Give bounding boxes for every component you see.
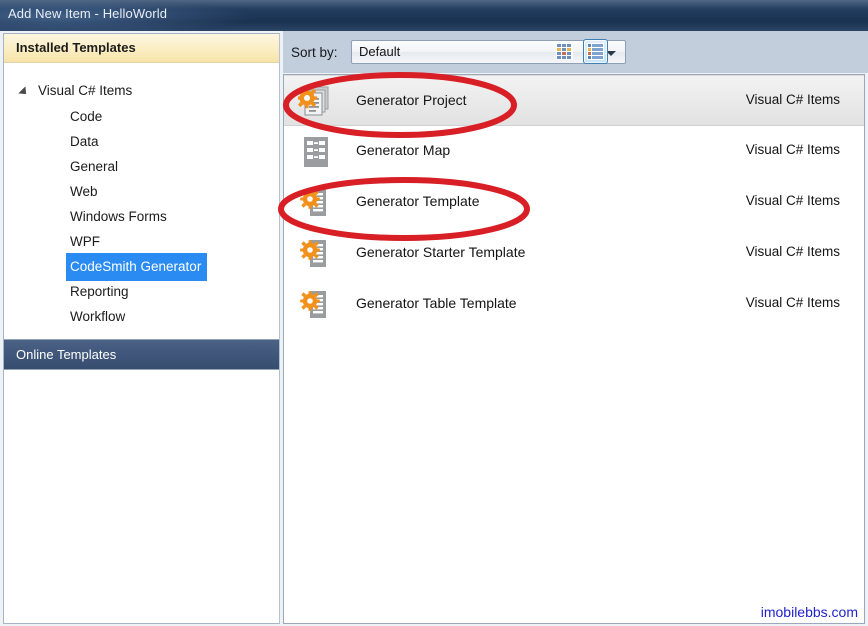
- template-item-generator-project[interactable]: Generator Project Visual C# Items: [284, 75, 864, 126]
- templates-toolbar: Sort by: Default: [283, 31, 868, 73]
- templates-tree: Visual C# Items Code Data General Web Wi…: [4, 64, 279, 328]
- generator-project-icon: [296, 84, 334, 120]
- sidebar-item-label: Windows Forms: [70, 209, 167, 224]
- add-new-item-dialog: Add New Item - HelloWorld Installed Temp…: [0, 0, 868, 626]
- templates-pane: Sort by: Default Generator Project Visua…: [283, 31, 868, 626]
- sidebar-item-label: Web: [70, 184, 98, 199]
- installed-templates-label: Installed Templates: [16, 40, 136, 55]
- sort-by-label: Sort by:: [291, 45, 338, 60]
- watermark: imobilebbs.com: [760, 604, 858, 620]
- template-item-generator-map[interactable]: Generator Map Visual C# Items: [284, 126, 864, 177]
- sidebar-item-reporting[interactable]: Reporting: [4, 278, 279, 303]
- template-item-category: Visual C# Items: [745, 295, 840, 310]
- sidebar-item-web[interactable]: Web: [4, 178, 279, 203]
- sidebar-item-codesmith-generator[interactable]: CodeSmith Generator: [4, 253, 279, 281]
- installed-templates-header: Installed Templates: [4, 34, 279, 63]
- triangle-down-icon[interactable]: [18, 86, 30, 98]
- template-item-name: Generator Map: [356, 142, 451, 158]
- template-item-name: Generator Project: [356, 92, 467, 108]
- sidebar-item-label: General: [70, 159, 119, 174]
- dialog-body: Installed Templates Visual C# Items Code…: [0, 31, 868, 626]
- sidebar-item-label: Data: [70, 134, 99, 149]
- grid-view-icon[interactable]: [552, 39, 577, 64]
- sidebar-item-wpf[interactable]: WPF: [4, 228, 279, 253]
- sidebar-item-label: Code: [70, 109, 103, 124]
- template-item-name: Generator Starter Template: [356, 244, 526, 260]
- online-templates-header[interactable]: Online Templates: [4, 339, 279, 370]
- sidebar-item-windows-forms[interactable]: Windows Forms: [4, 203, 279, 228]
- sidebar-item-label: Workflow: [70, 309, 126, 324]
- generator-table-template-icon: [298, 287, 334, 323]
- template-item-category: Visual C# Items: [745, 193, 840, 208]
- sidebar-item-general[interactable]: General: [4, 153, 279, 178]
- online-templates-label: Online Templates: [16, 347, 117, 362]
- generator-map-icon: [298, 134, 334, 170]
- tree-node-visual-csharp-items[interactable]: Visual C# Items: [4, 78, 279, 103]
- tree-node-label: Visual C# Items: [38, 83, 133, 98]
- sort-by-value: Default: [359, 44, 401, 59]
- sidebar-item-label: CodeSmith Generator: [66, 253, 208, 281]
- templates-sidebar: Installed Templates Visual C# Items Code…: [3, 33, 280, 624]
- template-item-category: Visual C# Items: [745, 244, 840, 259]
- sidebar-item-workflow[interactable]: Workflow: [4, 303, 279, 328]
- sidebar-item-label: Reporting: [70, 284, 129, 299]
- template-item-name: Generator Template: [356, 193, 480, 209]
- window-title: Add New Item - HelloWorld: [8, 6, 168, 21]
- template-item-name: Generator Table Template: [356, 295, 517, 311]
- template-item-generator-starter-template[interactable]: Generator Starter Template Visual C# Ite…: [284, 228, 864, 279]
- template-item-category: Visual C# Items: [745, 142, 840, 157]
- generator-starter-template-icon: [298, 236, 334, 272]
- sidebar-item-code[interactable]: Code: [4, 103, 279, 128]
- templates-list[interactable]: Generator Project Visual C# Items Genera…: [283, 74, 865, 624]
- template-item-generator-table-template[interactable]: Generator Table Template Visual C# Items: [284, 279, 864, 330]
- sidebar-item-data[interactable]: Data: [4, 128, 279, 153]
- list-view-icon[interactable]: [583, 39, 608, 64]
- title-bar: Add New Item - HelloWorld: [0, 0, 868, 31]
- generator-template-icon: [298, 185, 334, 221]
- sidebar-item-label: WPF: [70, 234, 100, 249]
- template-item-category: Visual C# Items: [745, 92, 840, 107]
- template-item-generator-template[interactable]: Generator Template Visual C# Items: [284, 177, 864, 228]
